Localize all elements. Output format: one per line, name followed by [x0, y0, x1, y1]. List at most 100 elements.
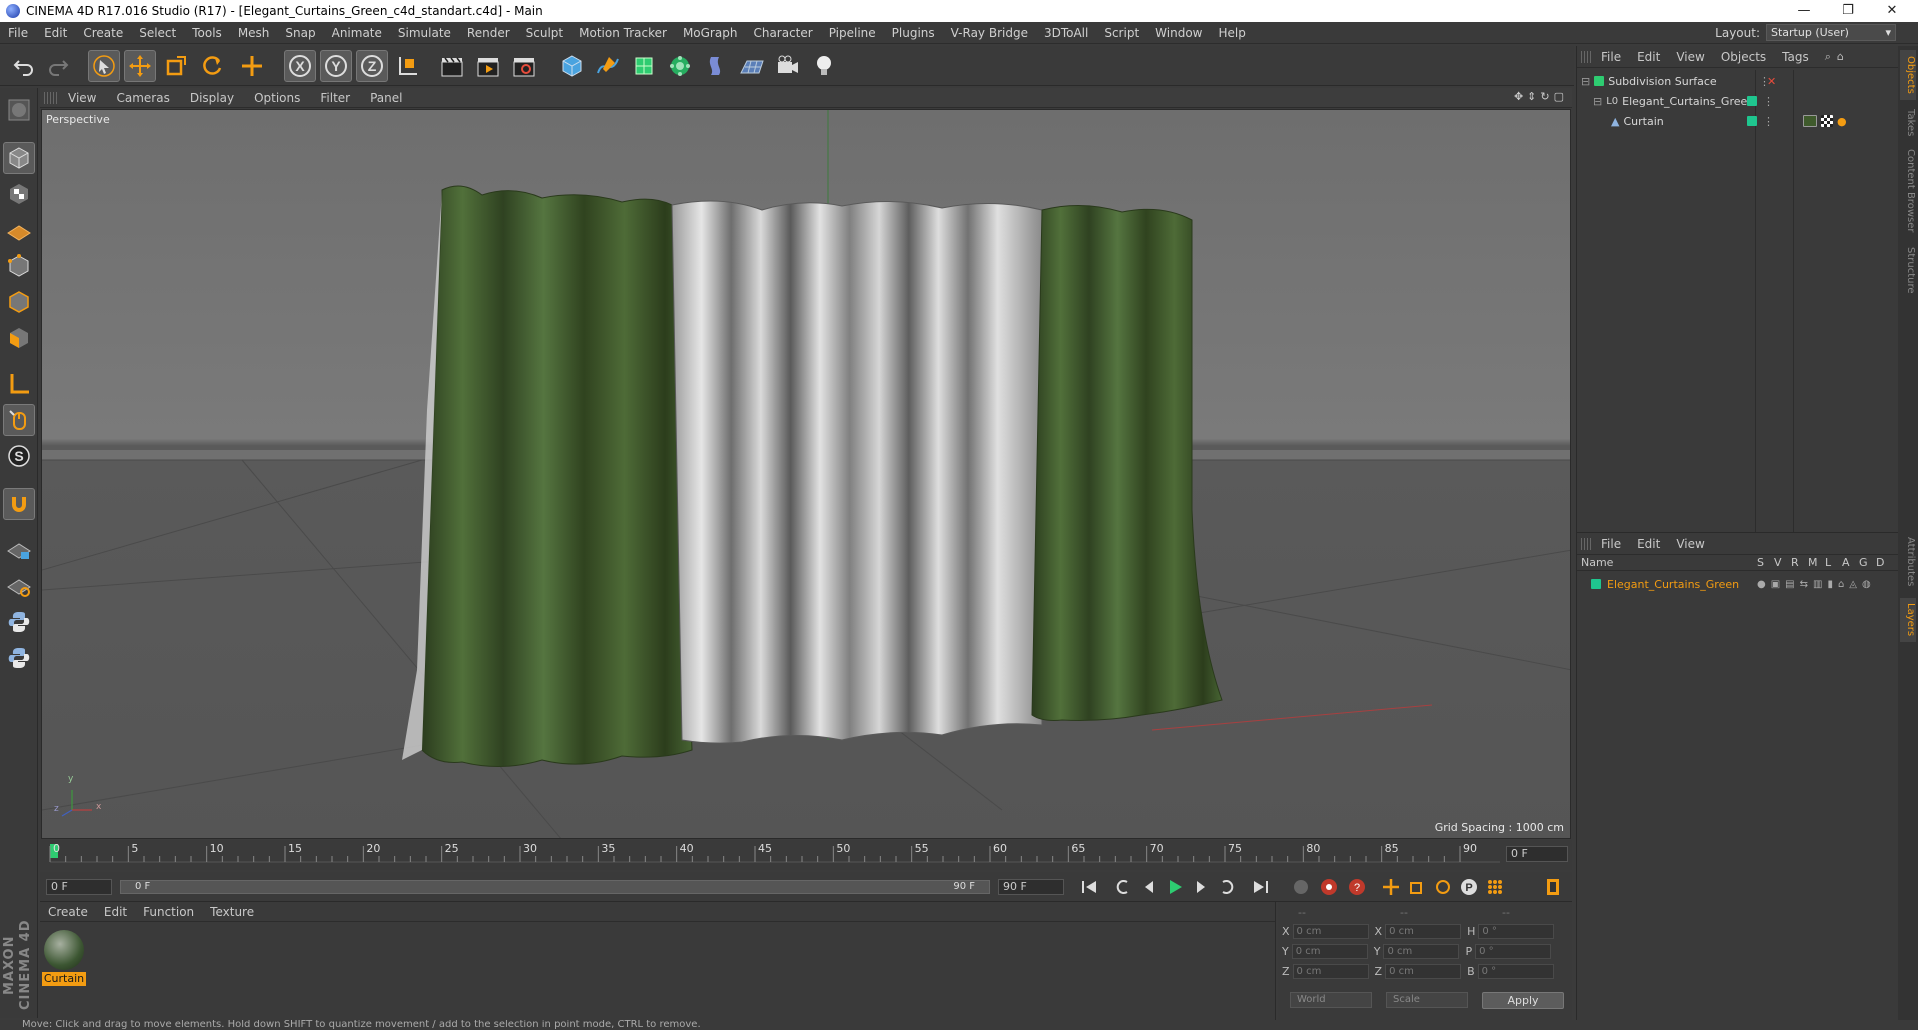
- material-menu-function[interactable]: Function: [135, 905, 202, 919]
- keyframe-selection-button[interactable]: ?: [1344, 875, 1370, 899]
- play-button[interactable]: [1162, 875, 1188, 899]
- material-name-label[interactable]: Curtain: [42, 972, 86, 986]
- layer-col-solo[interactable]: S: [1757, 556, 1764, 569]
- viewport-menu-options[interactable]: Options: [244, 91, 310, 105]
- goto-start-button[interactable]: [1076, 875, 1102, 899]
- tab-takes[interactable]: Takes: [1900, 106, 1916, 140]
- viewport-menu-filter[interactable]: Filter: [310, 91, 360, 105]
- layer-col-animation[interactable]: A: [1842, 556, 1850, 569]
- viewport-menu-display[interactable]: Display: [180, 91, 244, 105]
- coord-mode-scale-select[interactable]: Scale: [1386, 992, 1468, 1008]
- autokey-button[interactable]: [1316, 875, 1342, 899]
- size-y-field[interactable]: 0 cm: [1383, 944, 1460, 959]
- live-selection-tool[interactable]: [88, 50, 120, 82]
- menu-mograph[interactable]: MoGraph: [675, 22, 746, 44]
- redo-button[interactable]: [42, 50, 74, 82]
- coordinate-system-toggle[interactable]: [392, 50, 424, 82]
- menu-select[interactable]: Select: [131, 22, 184, 44]
- material-menu-edit[interactable]: Edit: [96, 905, 135, 919]
- tweak-mode-button[interactable]: [3, 404, 35, 436]
- rotation-p-field[interactable]: 0 °: [1475, 944, 1552, 959]
- visibility-dots-icon[interactable]: ⋮: [1763, 115, 1774, 128]
- layer-col-manager[interactable]: M: [1808, 556, 1818, 569]
- frame-range-slider[interactable]: 0 F 90 F: [120, 880, 990, 894]
- key-position-button[interactable]: [1378, 875, 1404, 899]
- size-x-field[interactable]: 0 cm: [1385, 924, 1462, 939]
- next-frame-button[interactable]: [1188, 875, 1214, 899]
- material-menu-texture[interactable]: Texture: [202, 905, 262, 919]
- key-rotation-button[interactable]: [1430, 875, 1456, 899]
- viewport-menu-panel[interactable]: Panel: [360, 91, 412, 105]
- menu-tools[interactable]: Tools: [184, 22, 230, 44]
- viewport-menu-cameras[interactable]: Cameras: [106, 91, 179, 105]
- workplane-lock-button[interactable]: [3, 534, 35, 566]
- menu-script[interactable]: Script: [1096, 22, 1147, 44]
- python-script-2-button[interactable]: [3, 642, 35, 674]
- om-menu-view[interactable]: View: [1668, 50, 1712, 64]
- menu-motion-tracker[interactable]: Motion Tracker: [571, 22, 675, 44]
- menu-plugins[interactable]: Plugins: [884, 22, 943, 44]
- layer-menu-edit[interactable]: Edit: [1629, 537, 1668, 551]
- menu-file[interactable]: File: [0, 22, 36, 44]
- python-script-1-button[interactable]: [3, 606, 35, 638]
- disabled-check-icon[interactable]: ✕: [1767, 75, 1776, 88]
- om-row-subdivision-surface[interactable]: ⊟ Subdivision Surface ⋮ ✕: [1581, 72, 1776, 90]
- edges-mode-button[interactable]: [3, 286, 35, 318]
- restore-button[interactable]: ❐: [1826, 0, 1870, 22]
- viewport-menu-view[interactable]: View: [58, 91, 106, 105]
- om-home-icon[interactable]: ⌂: [1837, 50, 1844, 63]
- menu-simulate[interactable]: Simulate: [390, 22, 459, 44]
- prev-frame-button[interactable]: [1136, 875, 1162, 899]
- material-menu-create[interactable]: Create: [40, 905, 96, 919]
- timeline-window-button[interactable]: [1540, 875, 1566, 899]
- tab-structure[interactable]: Structure: [1900, 242, 1916, 298]
- prev-key-button[interactable]: [1110, 875, 1136, 899]
- end-frame-field[interactable]: 90 F: [998, 879, 1064, 895]
- layer-color-icon[interactable]: [1747, 116, 1757, 126]
- menu-sculpt[interactable]: Sculpt: [518, 22, 571, 44]
- axis-mode-button[interactable]: [3, 368, 35, 400]
- key-scale-button[interactable]: [1404, 875, 1430, 899]
- menu-help[interactable]: Help: [1210, 22, 1253, 44]
- tab-content-browser[interactable]: Content Browser: [1900, 146, 1916, 236]
- layer-col-generators[interactable]: G: [1859, 556, 1868, 569]
- z-axis-lock[interactable]: Z: [356, 50, 388, 82]
- layout-dropdown[interactable]: Startup (User): [1766, 24, 1896, 41]
- menu-mesh[interactable]: Mesh: [230, 22, 278, 44]
- menu-character[interactable]: Character: [745, 22, 820, 44]
- render-to-picture-viewer-button[interactable]: [472, 50, 504, 82]
- rotate-tool[interactable]: [196, 50, 228, 82]
- tab-layers[interactable]: Layers: [1900, 598, 1916, 642]
- layer-color-icon[interactable]: [1747, 96, 1757, 106]
- checker-tag-icon[interactable]: [1821, 115, 1833, 127]
- spline-pen-button[interactable]: [592, 50, 624, 82]
- goto-end-button[interactable]: [1248, 875, 1274, 899]
- texture-mode-button[interactable]: [3, 178, 35, 210]
- collapse-icon[interactable]: ⊟: [1581, 75, 1590, 88]
- current-frame-field[interactable]: 0 F: [1506, 846, 1568, 862]
- material-preview-curtain[interactable]: [44, 930, 84, 970]
- size-z-field[interactable]: 0 cm: [1385, 964, 1462, 979]
- recent-tool[interactable]: [236, 50, 268, 82]
- y-axis-lock[interactable]: Y: [320, 50, 352, 82]
- menu-render[interactable]: Render: [459, 22, 518, 44]
- menu-animate[interactable]: Animate: [324, 22, 390, 44]
- orbit-icon[interactable]: ↻: [1540, 90, 1549, 103]
- layer-flags-icons[interactable]: ●▣▤⇆▥▮⌂◬◍: [1757, 579, 1876, 590]
- om-menu-file[interactable]: File: [1593, 50, 1629, 64]
- om-search-icon[interactable]: ⌕: [1825, 50, 1831, 64]
- points-mode-button[interactable]: [3, 250, 35, 282]
- scale-tool[interactable]: [160, 50, 192, 82]
- dolly-icon[interactable]: ⇕: [1527, 90, 1536, 103]
- move-tool[interactable]: [124, 50, 156, 82]
- render-settings-button[interactable]: [508, 50, 540, 82]
- pan-icon[interactable]: ✥: [1514, 90, 1523, 103]
- menu-vray-bridge[interactable]: V-Ray Bridge: [943, 22, 1036, 44]
- layer-col-deformers[interactable]: D: [1876, 556, 1884, 569]
- floor-button[interactable]: [736, 50, 768, 82]
- om-menu-objects[interactable]: Objects: [1713, 50, 1774, 64]
- make-editable-button[interactable]: [3, 94, 35, 126]
- undo-button[interactable]: [8, 50, 40, 82]
- position-z-field[interactable]: 0 cm: [1292, 964, 1369, 979]
- polygons-mode-button[interactable]: [3, 322, 35, 354]
